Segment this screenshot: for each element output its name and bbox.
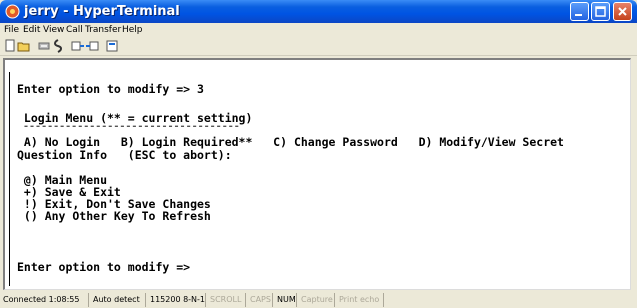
- terminal-line-refresh: () Any Other Key To Refresh: [17, 209, 211, 223]
- minimize-icon: [575, 14, 582, 16]
- status-num: NUM: [272, 293, 296, 307]
- open-icon[interactable]: [17, 39, 31, 53]
- status-port-settings: 115200 8-N-1: [145, 293, 205, 307]
- title-bar: jerry - HyperTerminal: [0, 0, 637, 23]
- window-title: jerry - HyperTerminal: [24, 4, 180, 19]
- status-capture: Capture: [296, 293, 334, 307]
- receive-icon[interactable]: [85, 39, 99, 53]
- menu-edit[interactable]: Edit: [23, 23, 40, 37]
- menu-help[interactable]: Help: [122, 23, 143, 37]
- close-icon: [618, 7, 627, 16]
- connect-icon[interactable]: [37, 39, 51, 53]
- terminal-line-question: Question Info (ESC to abort):: [17, 148, 232, 162]
- hyperterminal-icon: [5, 4, 20, 19]
- terminal-line-divider: ------------------------------------: [17, 121, 240, 132]
- menu-bar: File Edit View Call Transfer Help: [0, 23, 637, 37]
- disconnect-icon[interactable]: [51, 39, 65, 53]
- status-detect: Auto detect: [88, 293, 145, 307]
- status-bar: Connected 1:08:55 Auto detect 115200 8-N…: [0, 292, 637, 308]
- close-button[interactable]: [613, 2, 632, 21]
- menu-call[interactable]: Call: [66, 23, 83, 37]
- status-print-echo: Print echo: [334, 293, 384, 307]
- terminal-line-prompt-current: Enter option to modify =>: [17, 260, 191, 274]
- status-scroll: SCROLL: [205, 293, 245, 307]
- maximize-icon: [595, 6, 606, 17]
- minimize-button[interactable]: [570, 2, 589, 21]
- status-caps: CAPS: [245, 293, 272, 307]
- properties-icon[interactable]: [105, 39, 119, 53]
- maximize-button[interactable]: [591, 2, 610, 21]
- send-icon[interactable]: [71, 39, 85, 53]
- toolbar: [0, 37, 637, 56]
- menu-view[interactable]: View: [43, 23, 64, 37]
- terminal-line-prompt: Enter option to modify => 3: [17, 82, 204, 96]
- terminal-cursor-bar: [9, 72, 10, 286]
- new-connection-icon[interactable]: [3, 39, 17, 53]
- status-connected: Connected 1:08:55: [3, 295, 80, 304]
- menu-transfer[interactable]: Transfer: [85, 23, 121, 37]
- menu-file[interactable]: File: [4, 23, 19, 37]
- terminal-area[interactable]: Enter option to modify => 3 Login Menu (…: [3, 58, 631, 290]
